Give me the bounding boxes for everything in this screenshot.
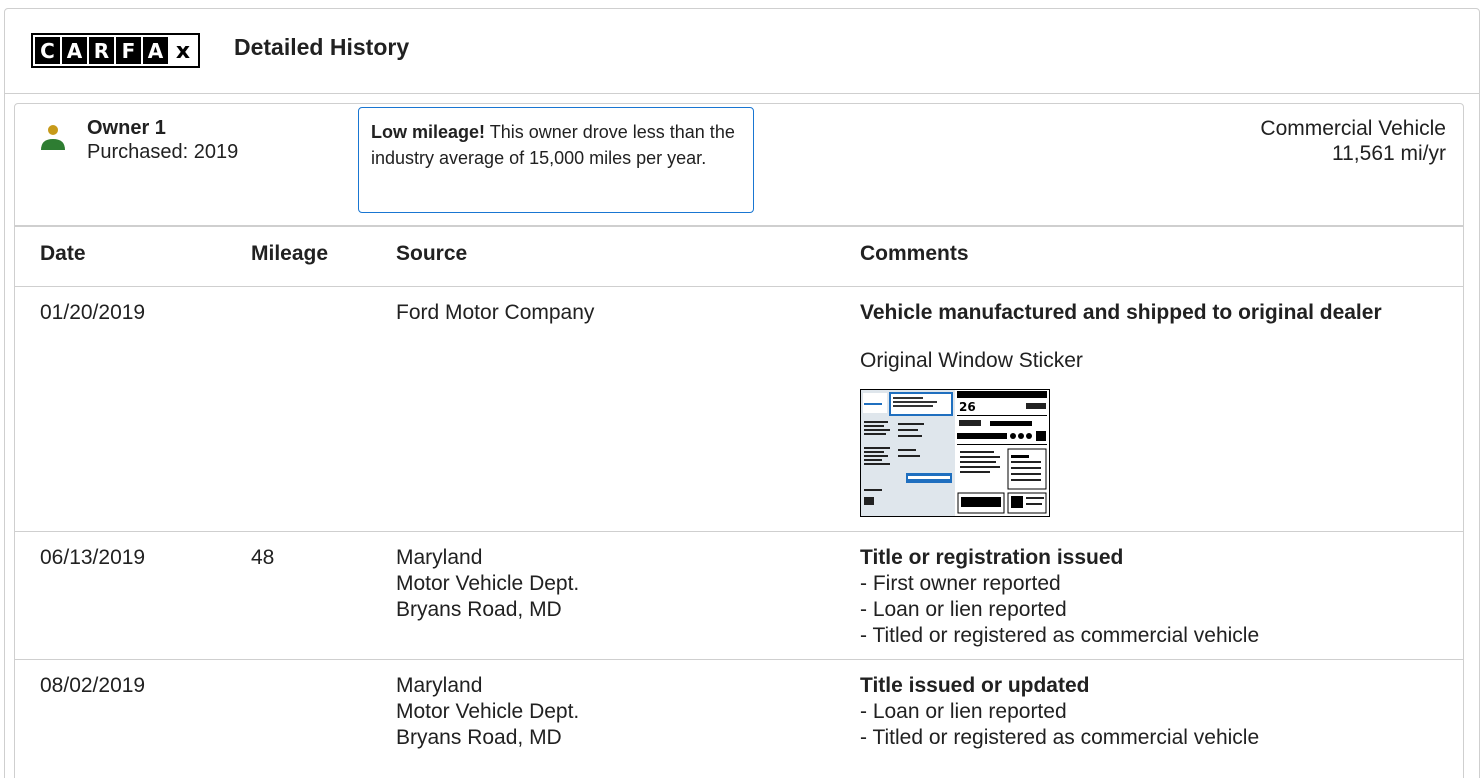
row-mileage: 48 — [251, 546, 275, 569]
comment-item: - Titled or registered as commercial veh… — [860, 624, 1260, 647]
header-date: Date — [40, 242, 86, 265]
comment-title: Title issued or updated — [860, 674, 1090, 697]
row-date: 01/20/2019 — [40, 301, 146, 324]
row-date: 08/02/2019 — [40, 674, 146, 697]
logo-letter: F — [116, 37, 141, 64]
window-sticker-link[interactable]: Original Window Sticker — [860, 348, 1382, 374]
comment-item: - Loan or lien reported — [860, 598, 1067, 621]
comment-item: - Titled or registered as commercial veh… — [860, 726, 1260, 749]
logo-letter: x — [170, 37, 196, 64]
comment-title: Title or registration issued — [860, 546, 1124, 569]
owner-name: Owner 1 — [87, 117, 166, 139]
svg-text:26: 26 — [959, 400, 976, 414]
history-table: Date Mileage Source Comments 01/20/2019 … — [15, 225, 1464, 778]
table-row: 06/13/2019 48 Maryland Motor Vehicle Dep… — [15, 532, 1464, 660]
header-source: Source — [396, 242, 468, 265]
row-source: Ford Motor Company — [396, 300, 594, 326]
table-header: Date Mileage Source Comments — [15, 227, 1464, 287]
source-line: Motor Vehicle Dept. — [396, 572, 580, 595]
header-comments: Comments — [860, 242, 969, 265]
source-line: Ford Motor Company — [396, 301, 595, 324]
low-mileage-callout: Low mileage! This owner drove less than … — [358, 107, 754, 213]
carfax-logo: C A R F A x — [31, 33, 200, 68]
mileage-rate: 11,561 mi/yr — [1332, 142, 1446, 165]
row-source: Maryland Motor Vehicle Dept. Bryans Road… — [396, 673, 579, 751]
section-header: C A R F A x Detailed History — [5, 9, 1479, 94]
callout-highlight: Low mileage! — [371, 122, 486, 142]
source-line: Maryland — [396, 546, 483, 569]
row-comments: Title or registration issued - First own… — [860, 545, 1259, 649]
row-source: Maryland Motor Vehicle Dept. Bryans Road… — [396, 545, 579, 623]
source-line: Motor Vehicle Dept. — [396, 700, 580, 723]
row-date: 06/13/2019 — [40, 546, 146, 569]
source-line: Bryans Road, MD — [396, 726, 562, 749]
owner-purchased: Purchased: 2019 — [87, 141, 239, 163]
source-line: Bryans Road, MD — [396, 598, 562, 621]
table-row: 08/02/2019 Maryland Motor Vehicle Dept. … — [15, 660, 1464, 778]
vehicle-type: Commercial Vehicle — [1260, 117, 1446, 140]
row-comments: Vehicle manufactured and shipped to orig… — [860, 300, 1382, 517]
comment-item: - First owner reported — [860, 572, 1061, 595]
logo-letter: A — [143, 37, 168, 64]
row-comments: Title issued or updated - Loan or lien r… — [860, 673, 1259, 751]
source-line: Maryland — [396, 674, 483, 697]
person-icon — [41, 125, 65, 150]
table-row: 01/20/2019 Ford Motor Company Vehicle ma… — [15, 287, 1464, 532]
page-title: Detailed History — [234, 34, 410, 60]
window-sticker-thumbnail[interactable]: 26 — [860, 389, 1050, 517]
owner-card: Owner 1 Purchased: 2019 Low mileage! Thi… — [14, 103, 1464, 778]
logo-letter: A — [62, 37, 87, 64]
comment-title: Vehicle manufactured and shipped to orig… — [860, 301, 1382, 324]
comment-item: - Loan or lien reported — [860, 700, 1067, 723]
logo-letter: C — [35, 37, 60, 64]
header-mileage: Mileage — [251, 242, 329, 265]
logo-letter: R — [89, 37, 114, 64]
